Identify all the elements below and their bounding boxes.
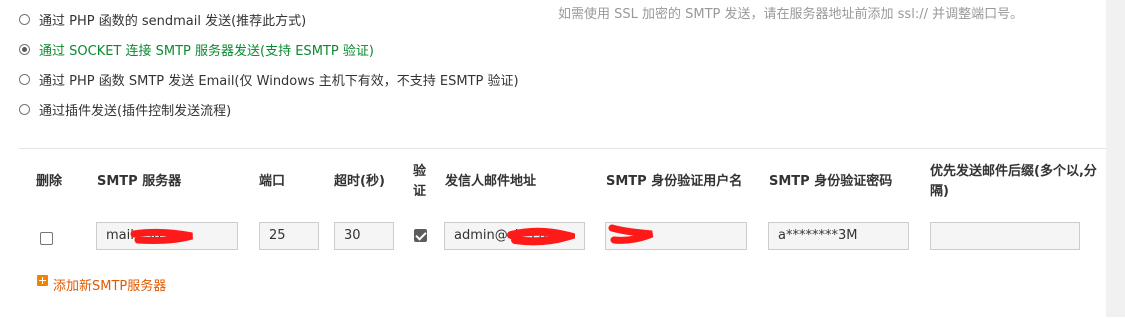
header-timeout: 超时(秒) <box>334 174 385 189</box>
radio-label: 通过 PHP 函数的 sendmail 发送(推荐此方式) <box>39 13 307 29</box>
radio-button[interactable] <box>19 103 30 115</box>
smtp-server-input[interactable]: mail.c in.cc <box>96 222 238 250</box>
header-smtp-server: SMTP 服务器 <box>97 174 182 189</box>
radio-option-plugin[interactable]: 通过插件发送(插件控制发送流程) <box>19 99 231 119</box>
radio-option-sendmail[interactable]: 通过 PHP 函数的 sendmail 发送(推荐此方式) <box>19 9 306 29</box>
add-smtp-server-link[interactable]: 添加新SMTP服务器 <box>53 275 166 294</box>
timeout-input[interactable]: 30 <box>334 222 394 250</box>
radio-button[interactable] <box>19 13 30 25</box>
header-priority-suffix: 优先发送邮件后缀(多个以,分隔) <box>930 164 1097 199</box>
priority-suffix-input[interactable] <box>930 222 1080 250</box>
port-input[interactable]: 25 <box>259 222 319 250</box>
vertical-scrollbar[interactable] <box>1106 0 1125 317</box>
radio-option-php-smtp[interactable]: 通过 PHP 函数 SMTP 发送 Email(仅 Windows 主机下有效，… <box>19 69 519 89</box>
radio-option-socket[interactable]: 通过 SOCKET 连接 SMTP 服务器发送(支持 ESMTP 验证) <box>19 39 374 59</box>
radio-label: 通过 SOCKET 连接 SMTP 服务器发送(支持 ESMTP 验证) <box>39 43 374 59</box>
auth-checkbox[interactable] <box>414 229 427 242</box>
auth-username-input[interactable] <box>605 222 747 250</box>
auth-password-input[interactable]: a********3M <box>768 222 909 250</box>
header-port: 端口 <box>259 174 286 189</box>
plus-icon[interactable] <box>37 275 48 286</box>
radio-button[interactable] <box>19 73 30 85</box>
header-from-address: 发信人邮件地址 <box>445 174 537 189</box>
from-address-input[interactable]: admin@ch .cu <box>444 222 585 250</box>
delete-checkbox[interactable] <box>40 232 53 245</box>
radio-label: 通过 PHP 函数 SMTP 发送 Email(仅 Windows 主机下有效，… <box>39 73 519 89</box>
header-auth-password: SMTP 身份验证密码 <box>769 174 893 189</box>
radio-label: 通过插件发送(插件控制发送流程) <box>39 103 232 119</box>
ssl-hint: 如需使用 SSL 加密的 SMTP 发送，请在服务器地址前添加 ssl:// 并… <box>558 7 1024 22</box>
header-auth: 验证 <box>413 164 427 199</box>
radio-button[interactable] <box>19 43 30 55</box>
header-delete: 删除 <box>36 174 63 189</box>
header-auth-username: SMTP 身份验证用户名 <box>606 174 743 189</box>
